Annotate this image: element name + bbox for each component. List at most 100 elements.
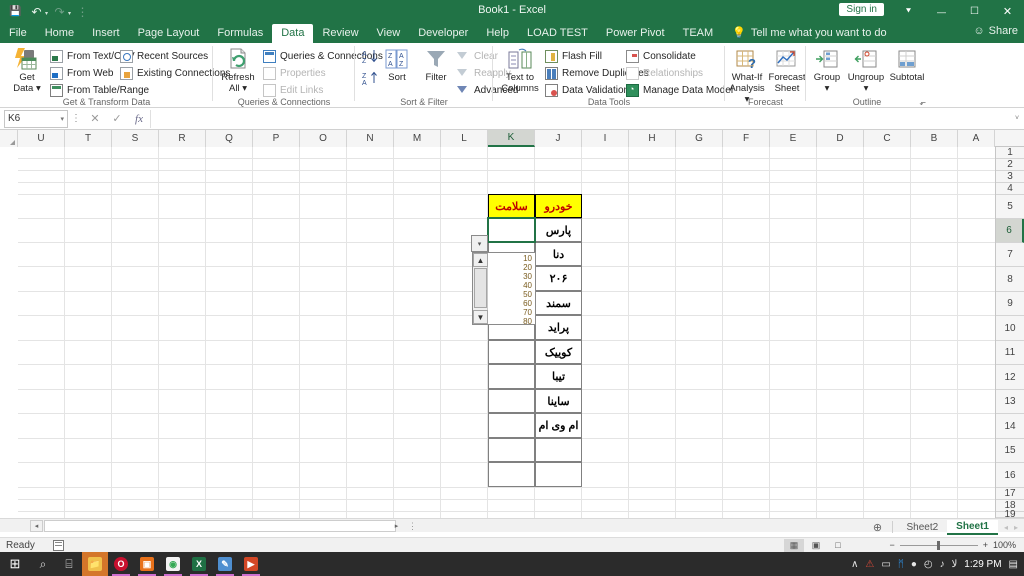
column-header-B[interactable]: B [911,130,958,147]
zoom-out-button[interactable]: − [889,540,894,550]
column-header-C[interactable]: C [864,130,911,147]
column-header-Q[interactable]: Q [206,130,253,147]
column-header-E[interactable]: E [770,130,817,147]
microphone-icon[interactable]: ● [911,559,917,570]
scroll-down-icon[interactable]: ▼ [473,310,488,324]
name-box[interactable]: K6 ▾ [4,109,68,128]
recent-sources-button[interactable]: Recent Sources [120,48,208,64]
data-validation-list[interactable]: ▲ ▼ 10 20 30 40 50 60 70 80 [472,252,536,326]
validation-list-scrollbar[interactable]: ▲ ▼ [473,253,488,324]
cell-area[interactable]: سلامت خودرو پارس دنا ۲۰۶ سمند پراید کویی… [18,147,995,518]
wifi-icon[interactable]: ◴ [924,559,933,570]
column-header-U[interactable]: U [18,130,65,147]
horizontal-scroll-track[interactable] [44,520,396,532]
row-header-15[interactable]: 15 [996,439,1024,463]
normal-view-button[interactable]: ▦ [784,538,804,552]
tab-file[interactable]: File [0,24,36,43]
row-header-17[interactable]: 17 [996,488,1024,500]
forecast-sheet-button[interactable]: Forecast Sheet [767,46,807,94]
tab-load-test[interactable]: LOAD TEST [518,24,597,43]
row-header-16[interactable]: 16 [996,463,1024,488]
tab-home[interactable]: Home [36,24,83,43]
insert-function-icon[interactable]: fx [128,113,150,125]
row-header-8[interactable]: 8 [996,267,1024,292]
tab-power-pivot[interactable]: Power Pivot [597,24,674,43]
warning-icon[interactable]: ⚠ [865,559,874,570]
tab-page-layout[interactable]: Page Layout [129,24,209,43]
filter-button[interactable]: Filter [417,46,455,83]
row-header-5[interactable]: 5 [996,195,1024,219]
scroll-up-icon[interactable]: ▲ [473,253,488,267]
row-header-13[interactable]: 13 [996,390,1024,414]
data-validation-button[interactable]: Data Validation ▾ [545,82,637,98]
search-button[interactable]: ⌕ [30,552,56,576]
expand-formula-bar-icon[interactable]: ˅ [1010,115,1024,122]
cell-J11[interactable]: کوییک [535,340,582,364]
notification-center-icon[interactable]: ▤ [1009,559,1018,570]
name-box-dropdown-icon[interactable]: ▾ [60,115,64,123]
column-header-L[interactable]: L [441,130,488,147]
cell-J7[interactable]: دنا [535,242,582,266]
list-item[interactable]: 70 [488,308,535,317]
cell-K11[interactable] [488,340,535,364]
sort-button[interactable]: Z A A Z Sort [379,46,415,83]
list-item[interactable]: 60 [488,299,535,308]
taskbar-file-explorer[interactable]: 📁 [82,552,108,576]
data-validation-dropdown-button[interactable]: ▾ [471,235,488,252]
sheet-nav-prev-icon[interactable]: ◂ [1004,523,1008,532]
tab-data[interactable]: Data [272,24,314,43]
list-item[interactable]: 80 [488,317,535,326]
column-header-G[interactable]: G [676,130,723,147]
cell-J15[interactable] [535,438,582,462]
tab-help[interactable]: Help [477,24,518,43]
tab-formulas[interactable]: Formulas [208,24,272,43]
from-table-range-button[interactable]: From Table/Range [50,82,149,98]
row-header-4[interactable]: 4 [996,183,1024,195]
taskbar-excel[interactable]: X [186,552,212,576]
cancel-entry-icon[interactable]: ✕ [84,112,106,125]
ribbon-display-options-icon[interactable]: ⯆ [892,0,925,23]
taskbar-photos[interactable]: ▣ [134,552,160,576]
column-header-H[interactable]: H [629,130,676,147]
scroll-left-icon[interactable]: ◂ [30,520,43,532]
cell-K14[interactable] [488,413,535,438]
minimize-icon[interactable]: — [925,0,958,23]
taskbar-opera[interactable]: O [108,552,134,576]
column-header-K[interactable]: K [488,130,535,147]
scrollbar-thumb[interactable] [474,268,487,308]
list-item[interactable]: 20 [488,263,535,272]
row-header-6[interactable]: 6 [996,219,1024,243]
cell-J5[interactable]: خودرو [535,194,582,218]
list-item[interactable]: 10 [488,254,535,263]
cell-K6[interactable] [488,218,535,242]
list-item[interactable]: 40 [488,281,535,290]
restore-icon[interactable]: ☐ [958,0,991,23]
column-header-T[interactable]: T [65,130,112,147]
tab-insert[interactable]: Insert [83,24,129,43]
taskbar-powerpoint[interactable]: ▶ [238,552,264,576]
tab-review[interactable]: Review [313,24,367,43]
flash-fill-button[interactable]: Flash Fill [545,48,602,64]
cell-K12[interactable] [488,364,535,389]
cell-J13[interactable]: ساینا [535,389,582,413]
row-header-7[interactable]: 7 [996,243,1024,267]
cell-K5[interactable]: سلامت [488,194,535,218]
page-layout-view-button[interactable]: ▣ [806,539,826,552]
group-button[interactable]: Group ▾ [809,46,845,94]
list-item[interactable]: 30 [488,272,535,281]
column-header-P[interactable]: P [253,130,300,147]
cell-J6[interactable]: پارس [535,218,582,242]
scroll-split-handle[interactable]: ⋮ [408,521,417,532]
language-icon[interactable]: لا [952,559,958,570]
tab-team[interactable]: TEAM [674,24,723,43]
close-icon[interactable]: ✕ [991,0,1024,23]
volume-icon[interactable]: ♪ [940,559,945,570]
taskbar-chrome[interactable]: ◉ [160,552,186,576]
formula-bar-more-icon[interactable]: ⋮ [68,113,84,124]
column-header-R[interactable]: R [159,130,206,147]
page-break-preview-button[interactable]: □ [828,539,848,552]
cell-J9[interactable]: سمند [535,291,582,315]
row-header-10[interactable]: 10 [996,316,1024,341]
row-header-12[interactable]: 12 [996,365,1024,390]
subtotal-button[interactable]: Subtotal [887,46,927,83]
